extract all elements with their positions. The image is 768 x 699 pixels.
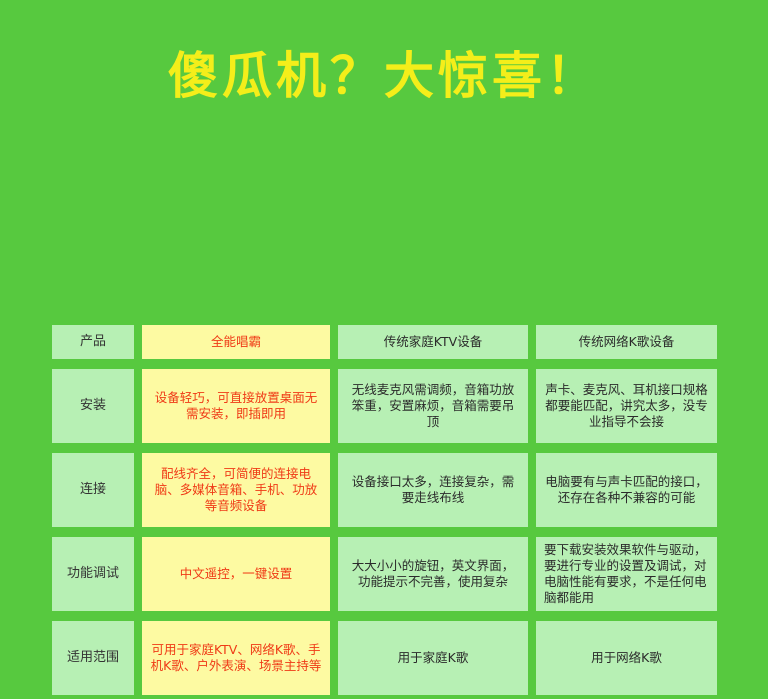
comparison-table: 产品 全能唱霸 传统家庭KTV设备 传统网络K歌设备 安装 设备轻巧，可直接放置…: [52, 325, 717, 695]
row-label-connect: 连接: [52, 453, 134, 527]
header-traditional-home-ktv: 传统家庭KTV设备: [338, 325, 528, 359]
header-product: 产品: [52, 325, 134, 359]
cell-scope-network-k: 用于网络K歌: [536, 621, 717, 695]
cell-function-changba: 中文遥控，一键设置: [142, 537, 330, 611]
cell-install-home-ktv: 无线麦克风需调频，音箱功放笨重，安置麻烦，音箱需要吊顶: [338, 369, 528, 443]
cell-install-changba: 设备轻巧，可直接放置桌面无需安装，即插即用: [142, 369, 330, 443]
cell-install-network-k: 声卡、麦克风、耳机接口规格都要能匹配，讲究太多，没专业指导不会接: [536, 369, 717, 443]
cell-function-network-k: 要下载安装效果软件与驱动，要进行专业的设置及调试，对电脑性能有要求，不是任何电脑…: [536, 537, 717, 611]
row-label-function-debug: 功能调试: [52, 537, 134, 611]
row-label-scope: 适用范围: [52, 621, 134, 695]
header-quanneng-changba: 全能唱霸: [142, 325, 330, 359]
cell-connect-network-k: 电脑要有与声卡匹配的接口，还存在各种不兼容的可能: [536, 453, 717, 527]
cell-connect-changba: 配线齐全，可简便的连接电脑、多媒体音箱、手机、功放等音频设备: [142, 453, 330, 527]
header-traditional-network-k: 传统网络K歌设备: [536, 325, 717, 359]
cell-scope-changba: 可用于家庭KTV、网络K歌、手机K歌、户外表演、场景主持等: [142, 621, 330, 695]
cell-function-home-ktv: 大大小小的旋钮，英文界面，功能提示不完善，使用复杂: [338, 537, 528, 611]
cell-scope-home-ktv: 用于家庭K歌: [338, 621, 528, 695]
page-title: 傻瓜机？大惊喜！: [168, 47, 600, 105]
row-label-install: 安装: [52, 369, 134, 443]
cell-connect-home-ktv: 设备接口太多，连接复杂，需要走线布线: [338, 453, 528, 527]
